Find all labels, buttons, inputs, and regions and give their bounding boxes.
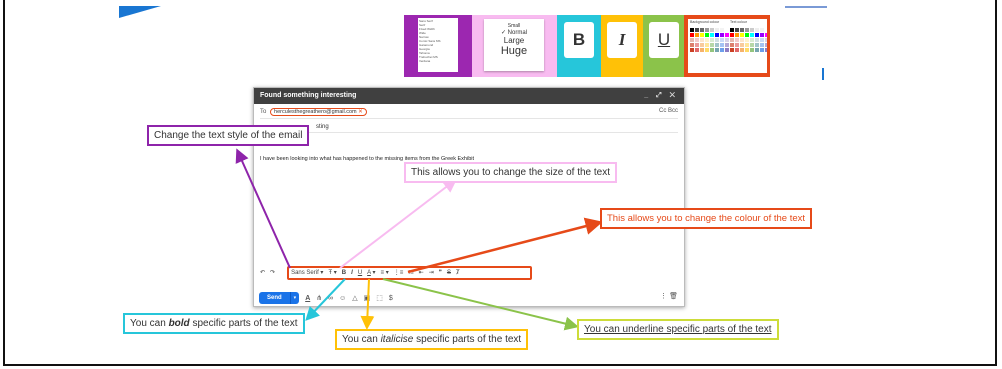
arrow-underline (382, 278, 579, 331)
arrow-size (339, 178, 458, 269)
arrow-italic (360, 278, 375, 330)
callout-underline: You can underline specific parts of the … (577, 319, 779, 340)
arrow-colour (407, 217, 603, 274)
callout-text-style: Change the text style of the email (147, 125, 310, 146)
callout-italic: You can italicise specific parts of the … (335, 329, 529, 350)
callout-text-size: This allows you to change the size of th… (404, 162, 617, 183)
callout-text-colour: This allows you to change the colour of … (600, 208, 813, 229)
callout-bold: You can bold specific parts of the text (123, 313, 305, 334)
arrow-style (235, 148, 291, 269)
arrow-bold (305, 278, 346, 321)
